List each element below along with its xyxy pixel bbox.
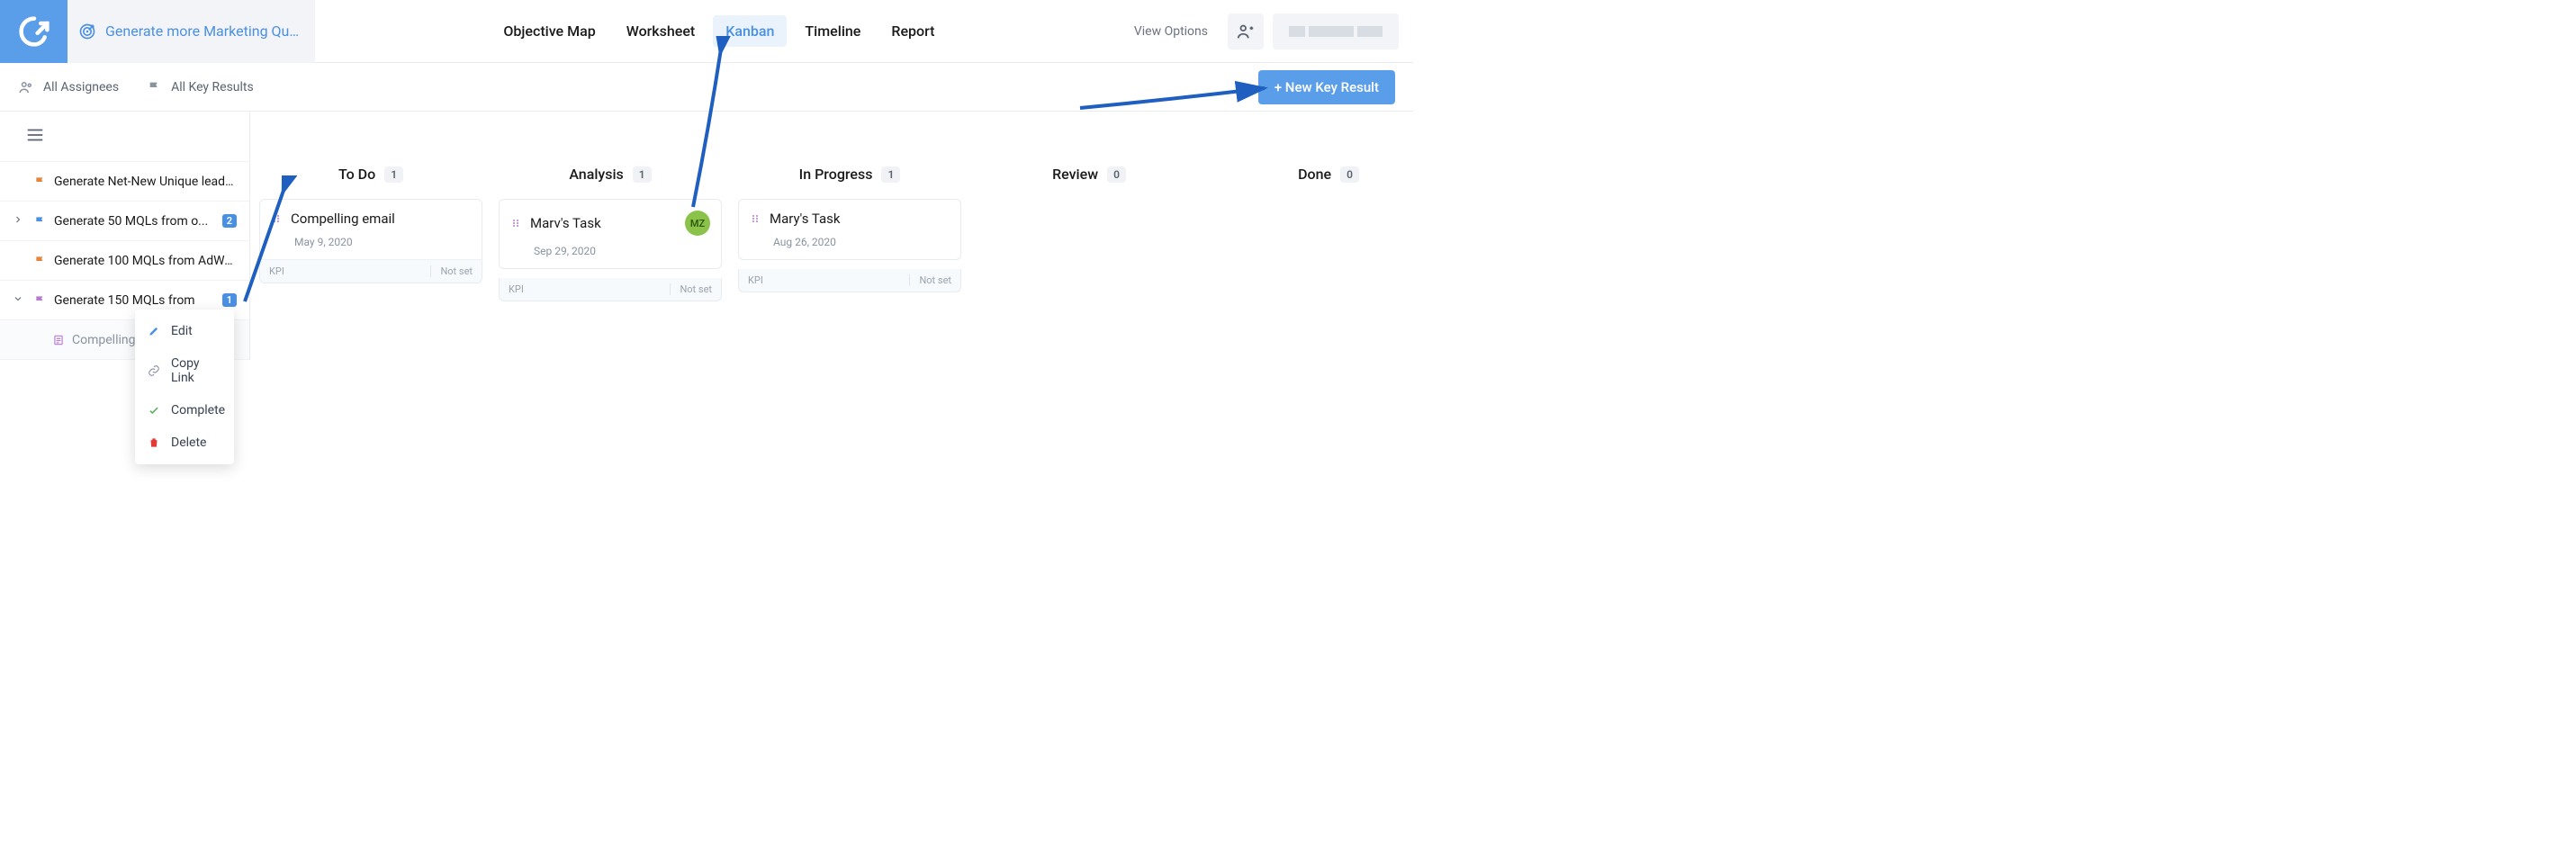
people-button[interactable]: [1228, 13, 1264, 49]
tab-objective-map[interactable]: Objective Map: [491, 15, 608, 47]
chevron-down-icon: [13, 293, 27, 308]
column-done: Done 0: [1217, 166, 1413, 351]
drag-handle-icon[interactable]: [750, 213, 761, 224]
menu-complete[interactable]: Complete: [135, 394, 234, 426]
filter-key-results-label: All Key Results: [171, 80, 254, 94]
filter-key-results[interactable]: All Key Results: [148, 80, 254, 94]
document-icon: [52, 334, 65, 346]
flag-icon: [34, 175, 47, 188]
flag-icon: [34, 255, 47, 267]
column-count: 1: [384, 166, 403, 183]
drag-handle-icon[interactable]: [510, 218, 521, 229]
card-kpi-label: KPI: [748, 274, 909, 286]
card[interactable]: Compelling email May 9, 2020 KPI Not set: [259, 199, 482, 283]
tab-timeline[interactable]: Timeline: [792, 15, 873, 47]
target-icon: [78, 22, 96, 40]
sidebar-item-label: Generate 50 MQLs from o...: [54, 214, 215, 229]
breadcrumb[interactable]: Generate more Marketing Qua...: [68, 0, 315, 63]
kanban-board: To Do 1 Compelling email May 9, 2020 KPI…: [250, 112, 1413, 360]
menu-item-label: Complete: [171, 403, 225, 418]
flag-icon: [148, 80, 162, 94]
avatar: MZ: [685, 211, 710, 236]
hamburger-icon: [25, 125, 45, 145]
card-title: Mary's Task: [770, 211, 950, 227]
flag-icon: [34, 294, 47, 307]
column-review: Review 0: [977, 166, 1201, 351]
menu-item-label: Edit: [171, 324, 193, 338]
link-icon: [148, 364, 160, 377]
column-title: Review: [1052, 166, 1098, 183]
tab-worksheet[interactable]: Worksheet: [614, 15, 708, 47]
card[interactable]: Marv's Task MZ Sep 29, 2020: [499, 199, 722, 269]
card-kpi-status: Not set: [670, 283, 712, 295]
tab-kanban[interactable]: Kanban: [713, 15, 787, 47]
column-count: 0: [1340, 166, 1359, 183]
nav-tabs: Objective Map Worksheet Kanban Timeline …: [315, 15, 1123, 47]
filter-assignees-label: All Assignees: [43, 80, 119, 94]
menu-item-label: Delete: [171, 435, 206, 450]
card-kpi-label: KPI: [509, 283, 670, 295]
people-icon: [18, 79, 34, 95]
filter-assignees[interactable]: All Assignees: [18, 79, 119, 95]
pencil-icon: [148, 325, 160, 337]
column-analysis: Analysis 1 Marv's Task MZ Sep 29, 2020 K…: [499, 166, 722, 351]
trash-icon: [148, 436, 160, 449]
sidebar-item-label: Generate Net-New Unique leads...: [54, 175, 237, 189]
card-kpi-status: Not set: [909, 274, 951, 286]
column-in-progress: In Progress 1 Mary's Task Aug 26, 2020 K…: [738, 166, 961, 351]
user-profile[interactable]: [1273, 13, 1399, 49]
count-badge: 2: [222, 214, 237, 228]
card-title: Compelling email: [291, 211, 471, 227]
flag-icon: [34, 215, 47, 228]
tab-report[interactable]: Report: [878, 15, 947, 47]
app-logo[interactable]: [0, 0, 68, 63]
new-key-result-button[interactable]: + New Key Result: [1258, 70, 1395, 104]
context-menu: Edit Copy Link Complete Delete: [135, 310, 234, 464]
sidebar-item-net-new[interactable]: Generate Net-New Unique leads...: [0, 162, 249, 202]
column-title: Done: [1298, 166, 1331, 183]
drag-handle-icon[interactable]: [271, 213, 282, 224]
menu-delete[interactable]: Delete: [135, 426, 234, 459]
chevron-right-icon: [13, 214, 27, 229]
sidebar-item-50-mqls[interactable]: Generate 50 MQLs from o... 2: [0, 202, 249, 241]
card[interactable]: Mary's Task Aug 26, 2020: [738, 199, 961, 260]
sidebar-item-100-mqls[interactable]: Generate 100 MQLs from AdWo...: [0, 241, 249, 281]
menu-edit[interactable]: Edit: [135, 315, 234, 347]
card-date: Aug 26, 2020: [750, 236, 950, 248]
card-date: Sep 29, 2020: [510, 245, 710, 257]
column-count: 1: [881, 166, 900, 183]
breadcrumb-text: Generate more Marketing Qua...: [105, 22, 304, 40]
sidebar-item-label: Generate 150 MQLs from: [54, 293, 215, 308]
column-count: 0: [1107, 166, 1126, 183]
hamburger-menu[interactable]: [25, 125, 45, 148]
people-icon: [1236, 22, 1256, 41]
card-date: May 9, 2020: [271, 236, 471, 248]
column-todo: To Do 1 Compelling email May 9, 2020 KPI…: [259, 166, 482, 351]
column-title: Analysis: [569, 166, 623, 183]
column-title: To Do: [338, 166, 375, 183]
menu-copy-link[interactable]: Copy Link: [135, 347, 234, 394]
column-count: 1: [633, 166, 652, 183]
check-icon: [148, 404, 160, 417]
count-badge: 1: [222, 293, 237, 307]
menu-item-label: Copy Link: [171, 356, 221, 385]
sidebar-item-label: Generate 100 MQLs from AdWo...: [54, 254, 237, 268]
card-kpi-label: KPI: [269, 265, 430, 277]
column-title: In Progress: [799, 166, 873, 183]
card-kpi-status: Not set: [430, 265, 473, 277]
card-title: Marv's Task: [530, 215, 676, 231]
view-options-button[interactable]: View Options: [1123, 17, 1219, 46]
